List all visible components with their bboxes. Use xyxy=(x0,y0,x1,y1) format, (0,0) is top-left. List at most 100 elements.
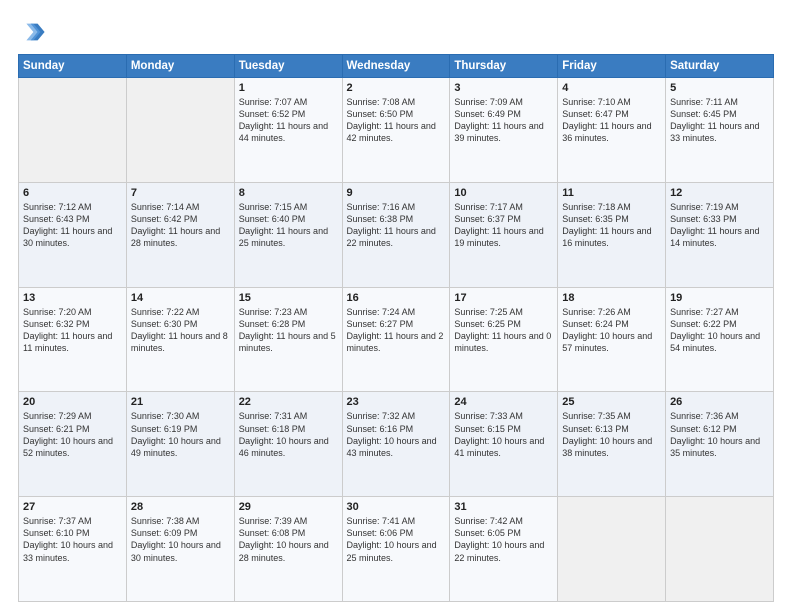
weekday-header-tuesday: Tuesday xyxy=(234,55,342,78)
calendar-table: SundayMondayTuesdayWednesdayThursdayFrid… xyxy=(18,54,774,602)
cell-info: Sunrise: 7:26 AM Sunset: 6:24 PM Dayligh… xyxy=(562,306,661,355)
cell-info: Sunrise: 7:08 AM Sunset: 6:50 PM Dayligh… xyxy=(347,96,446,145)
cell-info: Sunrise: 7:17 AM Sunset: 6:37 PM Dayligh… xyxy=(454,201,553,250)
day-number: 5 xyxy=(670,82,769,94)
cell-info: Sunrise: 7:25 AM Sunset: 6:25 PM Dayligh… xyxy=(454,306,553,355)
calendar-cell: 5 Sunrise: 7:11 AM Sunset: 6:45 PM Daylig… xyxy=(666,78,774,183)
day-number: 2 xyxy=(347,82,446,94)
calendar-cell: 31 Sunrise: 7:42 AM Sunset: 6:05 PM Dayli… xyxy=(450,497,558,602)
cell-info: Sunrise: 7:23 AM Sunset: 6:28 PM Dayligh… xyxy=(239,306,338,355)
calendar-cell: 13 Sunrise: 7:20 AM Sunset: 6:32 PM Dayli… xyxy=(19,287,127,392)
day-number: 31 xyxy=(454,501,553,513)
weekday-row: SundayMondayTuesdayWednesdayThursdayFrid… xyxy=(19,55,774,78)
cell-info: Sunrise: 7:37 AM Sunset: 6:10 PM Dayligh… xyxy=(23,515,122,564)
cell-info: Sunrise: 7:12 AM Sunset: 6:43 PM Dayligh… xyxy=(23,201,122,250)
week-row-1: 1 Sunrise: 7:07 AM Sunset: 6:52 PM Daylig… xyxy=(19,78,774,183)
weekday-header-saturday: Saturday xyxy=(666,55,774,78)
header xyxy=(18,18,774,46)
day-number: 15 xyxy=(239,292,338,304)
cell-info: Sunrise: 7:22 AM Sunset: 6:30 PM Dayligh… xyxy=(131,306,230,355)
weekday-header-friday: Friday xyxy=(558,55,666,78)
day-number: 17 xyxy=(454,292,553,304)
day-number: 7 xyxy=(131,187,230,199)
day-number: 9 xyxy=(347,187,446,199)
cell-info: Sunrise: 7:16 AM Sunset: 6:38 PM Dayligh… xyxy=(347,201,446,250)
calendar-cell: 12 Sunrise: 7:19 AM Sunset: 6:33 PM Dayli… xyxy=(666,182,774,287)
calendar-cell: 18Sunrise: 7:26 AM Sunset: 6:24 PM Dayli… xyxy=(558,287,666,392)
cell-info: Sunrise: 7:39 AM Sunset: 6:08 PM Dayligh… xyxy=(239,515,338,564)
cell-info: Sunrise: 7:18 AM Sunset: 6:35 PM Dayligh… xyxy=(562,201,661,250)
calendar-cell: 19Sunrise: 7:27 AM Sunset: 6:22 PM Dayli… xyxy=(666,287,774,392)
day-number: 8 xyxy=(239,187,338,199)
weekday-header-wednesday: Wednesday xyxy=(342,55,450,78)
cell-info: Sunrise: 7:29 AM Sunset: 6:21 PM Dayligh… xyxy=(23,410,122,459)
week-row-2: 6 Sunrise: 7:12 AM Sunset: 6:43 PM Daylig… xyxy=(19,182,774,287)
calendar-cell: 9 Sunrise: 7:16 AM Sunset: 6:38 PM Daylig… xyxy=(342,182,450,287)
calendar-cell: 30 Sunrise: 7:41 AM Sunset: 6:06 PM Dayli… xyxy=(342,497,450,602)
logo-icon xyxy=(18,18,46,46)
calendar-cell: 20 Sunrise: 7:29 AM Sunset: 6:21 PM Dayli… xyxy=(19,392,127,497)
day-number: 24 xyxy=(454,396,553,408)
cell-info: Sunrise: 7:35 AM Sunset: 6:13 PM Dayligh… xyxy=(562,410,661,459)
day-number: 28 xyxy=(131,501,230,513)
cell-info: Sunrise: 7:31 AM Sunset: 6:18 PM Dayligh… xyxy=(239,410,338,459)
day-number: 1 xyxy=(239,82,338,94)
cell-info: Sunrise: 7:33 AM Sunset: 6:15 PM Dayligh… xyxy=(454,410,553,459)
cell-info: Sunrise: 7:41 AM Sunset: 6:06 PM Dayligh… xyxy=(347,515,446,564)
weekday-header-thursday: Thursday xyxy=(450,55,558,78)
cell-info: Sunrise: 7:19 AM Sunset: 6:33 PM Dayligh… xyxy=(670,201,769,250)
calendar-cell: 2 Sunrise: 7:08 AM Sunset: 6:50 PM Daylig… xyxy=(342,78,450,183)
day-number: 30 xyxy=(347,501,446,513)
cell-info: Sunrise: 7:32 AM Sunset: 6:16 PM Dayligh… xyxy=(347,410,446,459)
day-number: 16 xyxy=(347,292,446,304)
calendar-cell: 7 Sunrise: 7:14 AM Sunset: 6:42 PM Daylig… xyxy=(126,182,234,287)
calendar-cell: 22 Sunrise: 7:31 AM Sunset: 6:18 PM Dayli… xyxy=(234,392,342,497)
weekday-header-sunday: Sunday xyxy=(19,55,127,78)
calendar-cell xyxy=(666,497,774,602)
day-number: 23 xyxy=(347,396,446,408)
cell-info: Sunrise: 7:27 AM Sunset: 6:22 PM Dayligh… xyxy=(670,306,769,355)
day-number: 26 xyxy=(670,396,769,408)
calendar-cell: 1 Sunrise: 7:07 AM Sunset: 6:52 PM Daylig… xyxy=(234,78,342,183)
cell-info: Sunrise: 7:36 AM Sunset: 6:12 PM Dayligh… xyxy=(670,410,769,459)
day-number: 6 xyxy=(23,187,122,199)
calendar-cell: 6 Sunrise: 7:12 AM Sunset: 6:43 PM Daylig… xyxy=(19,182,127,287)
calendar-cell: 21Sunrise: 7:30 AM Sunset: 6:19 PM Dayli… xyxy=(126,392,234,497)
week-row-3: 13 Sunrise: 7:20 AM Sunset: 6:32 PM Dayli… xyxy=(19,287,774,392)
calendar-cell: 27 Sunrise: 7:37 AM Sunset: 6:10 PM Dayli… xyxy=(19,497,127,602)
cell-info: Sunrise: 7:11 AM Sunset: 6:45 PM Dayligh… xyxy=(670,96,769,145)
calendar-cell: 24 Sunrise: 7:33 AM Sunset: 6:15 PM Dayli… xyxy=(450,392,558,497)
calendar-cell xyxy=(558,497,666,602)
day-number: 21 xyxy=(131,396,230,408)
cell-info: Sunrise: 7:42 AM Sunset: 6:05 PM Dayligh… xyxy=(454,515,553,564)
calendar-cell: 10Sunrise: 7:17 AM Sunset: 6:37 PM Dayli… xyxy=(450,182,558,287)
calendar-cell xyxy=(19,78,127,183)
calendar-cell: 16 Sunrise: 7:24 AM Sunset: 6:27 PM Dayli… xyxy=(342,287,450,392)
day-number: 12 xyxy=(670,187,769,199)
calendar-cell: 29 Sunrise: 7:39 AM Sunset: 6:08 PM Dayli… xyxy=(234,497,342,602)
calendar-cell: 23 Sunrise: 7:32 AM Sunset: 6:16 PM Dayli… xyxy=(342,392,450,497)
cell-info: Sunrise: 7:20 AM Sunset: 6:32 PM Dayligh… xyxy=(23,306,122,355)
day-number: 4 xyxy=(562,82,661,94)
day-number: 13 xyxy=(23,292,122,304)
day-number: 27 xyxy=(23,501,122,513)
weekday-header-monday: Monday xyxy=(126,55,234,78)
day-number: 29 xyxy=(239,501,338,513)
day-number: 22 xyxy=(239,396,338,408)
day-number: 20 xyxy=(23,396,122,408)
calendar-cell: 14 Sunrise: 7:22 AM Sunset: 6:30 PM Dayli… xyxy=(126,287,234,392)
cell-info: Sunrise: 7:10 AM Sunset: 6:47 PM Dayligh… xyxy=(562,96,661,145)
cell-info: Sunrise: 7:14 AM Sunset: 6:42 PM Dayligh… xyxy=(131,201,230,250)
cell-info: Sunrise: 7:15 AM Sunset: 6:40 PM Dayligh… xyxy=(239,201,338,250)
calendar-cell: 8 Sunrise: 7:15 AM Sunset: 6:40 PM Daylig… xyxy=(234,182,342,287)
calendar-cell: 3Sunrise: 7:09 AM Sunset: 6:49 PM Daylig… xyxy=(450,78,558,183)
logo xyxy=(18,18,50,46)
day-number: 14 xyxy=(131,292,230,304)
cell-info: Sunrise: 7:07 AM Sunset: 6:52 PM Dayligh… xyxy=(239,96,338,145)
calendar-cell: 28 Sunrise: 7:38 AM Sunset: 6:09 PM Dayli… xyxy=(126,497,234,602)
cell-info: Sunrise: 7:24 AM Sunset: 6:27 PM Dayligh… xyxy=(347,306,446,355)
cell-info: Sunrise: 7:38 AM Sunset: 6:09 PM Dayligh… xyxy=(131,515,230,564)
day-number: 11 xyxy=(562,187,661,199)
calendar-cell: 11 Sunrise: 7:18 AM Sunset: 6:35 PM Dayli… xyxy=(558,182,666,287)
calendar-cell: 4 Sunrise: 7:10 AM Sunset: 6:47 PM Daylig… xyxy=(558,78,666,183)
